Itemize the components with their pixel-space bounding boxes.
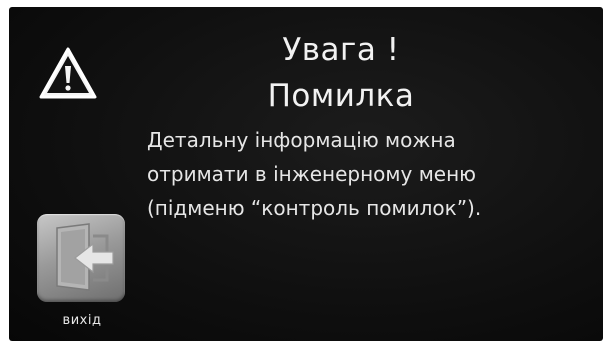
message-line: Детальну інформацію можна (147, 128, 456, 152)
message-line: (підменю “контроль помилок”). (147, 196, 482, 220)
exit-button[interactable]: вихід (35, 214, 129, 338)
exit-button-tile[interactable] (37, 214, 125, 302)
warning-triangle-icon (39, 47, 97, 99)
exit-button-label[interactable]: вихід (35, 313, 129, 328)
error-dialog: Увага ! Помилка Детальну інформацію можн… (9, 7, 603, 341)
exit-door-icon (56, 223, 114, 291)
dialog-title-line1: Увага ! (282, 32, 400, 68)
message-line: отримати в інженерному меню (147, 162, 477, 186)
dialog-title-line2: Помилка (267, 78, 415, 114)
